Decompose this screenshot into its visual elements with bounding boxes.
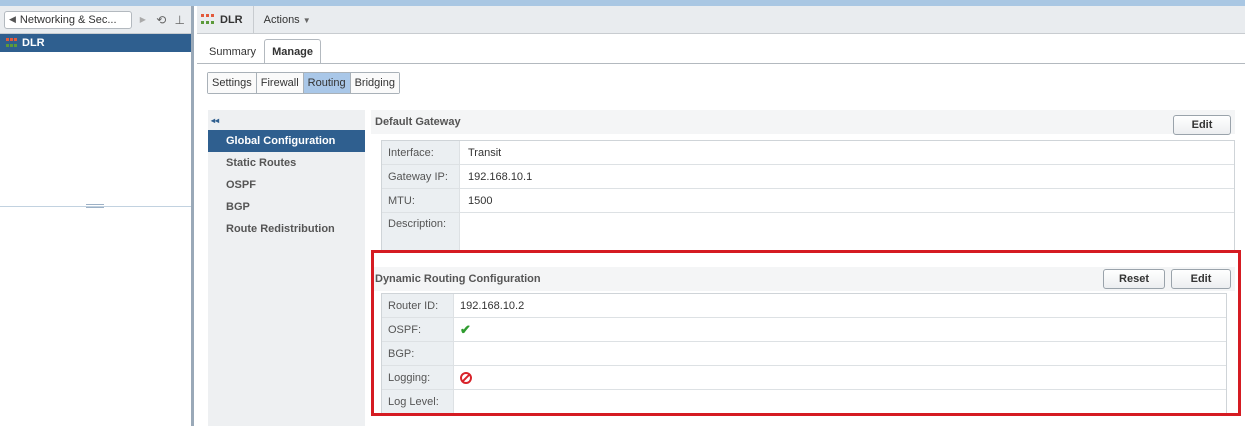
actions-menu[interactable]: Actions ▼ bbox=[254, 14, 311, 26]
main-tabs: Summary Manage bbox=[201, 36, 322, 64]
subtab-routing[interactable]: Routing bbox=[303, 73, 351, 93]
tab-manage[interactable]: Manage bbox=[264, 39, 322, 64]
splitter-grip-icon[interactable] bbox=[86, 204, 104, 208]
row-label: Interface: bbox=[382, 141, 460, 164]
history-icon[interactable]: ⟲ bbox=[154, 12, 168, 28]
chevron-down-icon: ▼ bbox=[302, 15, 311, 25]
dlr-router-icon bbox=[6, 38, 18, 48]
row-label: Gateway IP: bbox=[382, 165, 460, 188]
back-label: Networking & Sec... bbox=[19, 13, 117, 26]
navigator-back-button[interactable]: ◀ Networking & Sec... bbox=[4, 10, 132, 29]
default-gateway-title: Default Gateway bbox=[375, 116, 461, 128]
navigator-header: ◀ Networking & Sec... ▶ ⟲ ⊥ bbox=[0, 6, 191, 34]
tree-item-dlr[interactable]: DLR bbox=[0, 34, 191, 52]
table-row: Interface: Transit bbox=[382, 141, 1234, 165]
side-item-ospf[interactable]: OSPF bbox=[208, 174, 365, 196]
table-row: MTU: 1500 bbox=[382, 189, 1234, 213]
pin-icon[interactable]: ⊥ bbox=[173, 12, 187, 28]
tree-item-label: DLR bbox=[22, 37, 45, 49]
dlr-router-icon bbox=[201, 13, 215, 26]
subtab-settings[interactable]: Settings bbox=[208, 73, 257, 93]
default-gateway-header: Default Gateway Edit bbox=[371, 110, 1235, 135]
manage-subtabs: Settings Firewall Routing Bridging bbox=[207, 72, 400, 94]
subtab-bridging[interactable]: Bridging bbox=[350, 73, 399, 93]
row-label: MTU: bbox=[382, 189, 460, 212]
default-gateway-table: Interface: Transit Gateway IP: 192.168.1… bbox=[381, 140, 1235, 252]
row-label: Description: bbox=[382, 213, 460, 251]
table-row: Description: bbox=[382, 213, 1234, 251]
default-gateway-edit-button[interactable]: Edit bbox=[1173, 115, 1231, 135]
object-title-label: DLR bbox=[220, 13, 243, 26]
subtab-firewall[interactable]: Firewall bbox=[256, 73, 304, 93]
routing-side-menu: ◂◂ Global Configuration Static Routes OS… bbox=[208, 110, 365, 426]
side-item-route-redistribution[interactable]: Route Redistribution bbox=[208, 218, 365, 240]
pane-splitter[interactable] bbox=[0, 204, 191, 208]
collapse-icon[interactable]: ◂◂ bbox=[208, 110, 365, 130]
row-value bbox=[460, 213, 1234, 251]
side-item-global-configuration[interactable]: Global Configuration bbox=[208, 130, 365, 152]
side-item-static-routes[interactable]: Static Routes bbox=[208, 152, 365, 174]
tab-divider bbox=[197, 63, 1245, 64]
highlight-box bbox=[371, 250, 1241, 416]
object-header: DLR Actions ▼ bbox=[197, 6, 1245, 34]
navigator-pane: ◀ Networking & Sec... ▶ ⟲ ⊥ DLR bbox=[0, 6, 194, 426]
row-value: Transit bbox=[468, 146, 502, 159]
row-value: 192.168.10.1 bbox=[468, 170, 533, 183]
table-row: Gateway IP: 192.168.10.1 bbox=[382, 165, 1234, 189]
side-item-bgp[interactable]: BGP bbox=[208, 196, 365, 218]
actions-label: Actions bbox=[263, 13, 300, 26]
object-title: DLR bbox=[201, 6, 254, 33]
row-value: 1500 bbox=[468, 194, 493, 207]
back-arrow-icon: ◀ bbox=[9, 14, 16, 24]
tab-summary[interactable]: Summary bbox=[201, 39, 264, 64]
forward-arrow-icon[interactable]: ▶ bbox=[136, 12, 150, 28]
